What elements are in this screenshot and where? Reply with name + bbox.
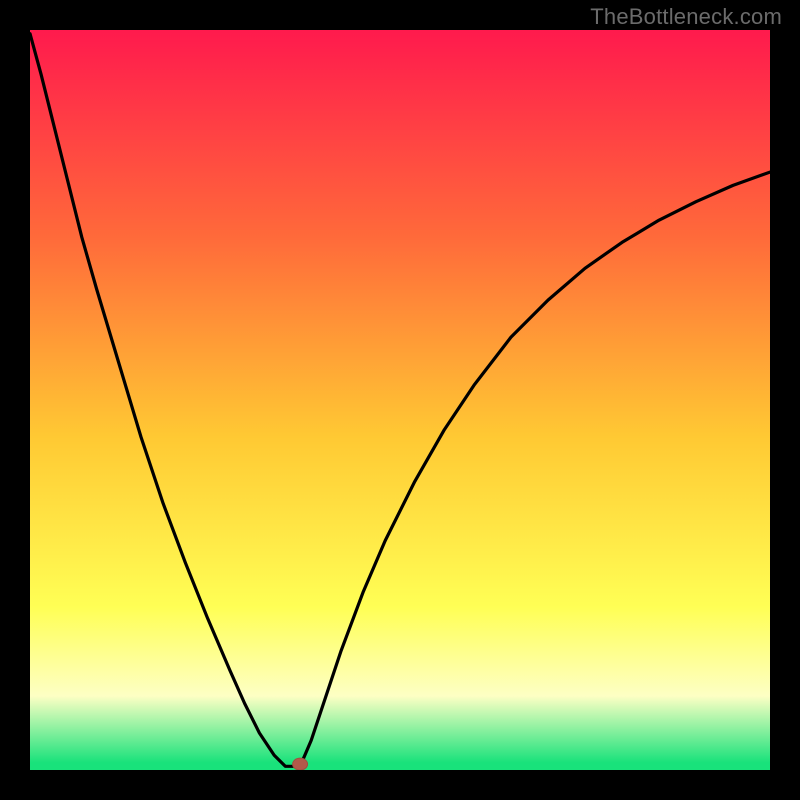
optimal-point-marker [30, 30, 770, 770]
watermark-text: TheBottleneck.com [590, 4, 782, 30]
plot-area [30, 30, 770, 770]
chart-container: TheBottleneck.com [0, 0, 800, 800]
